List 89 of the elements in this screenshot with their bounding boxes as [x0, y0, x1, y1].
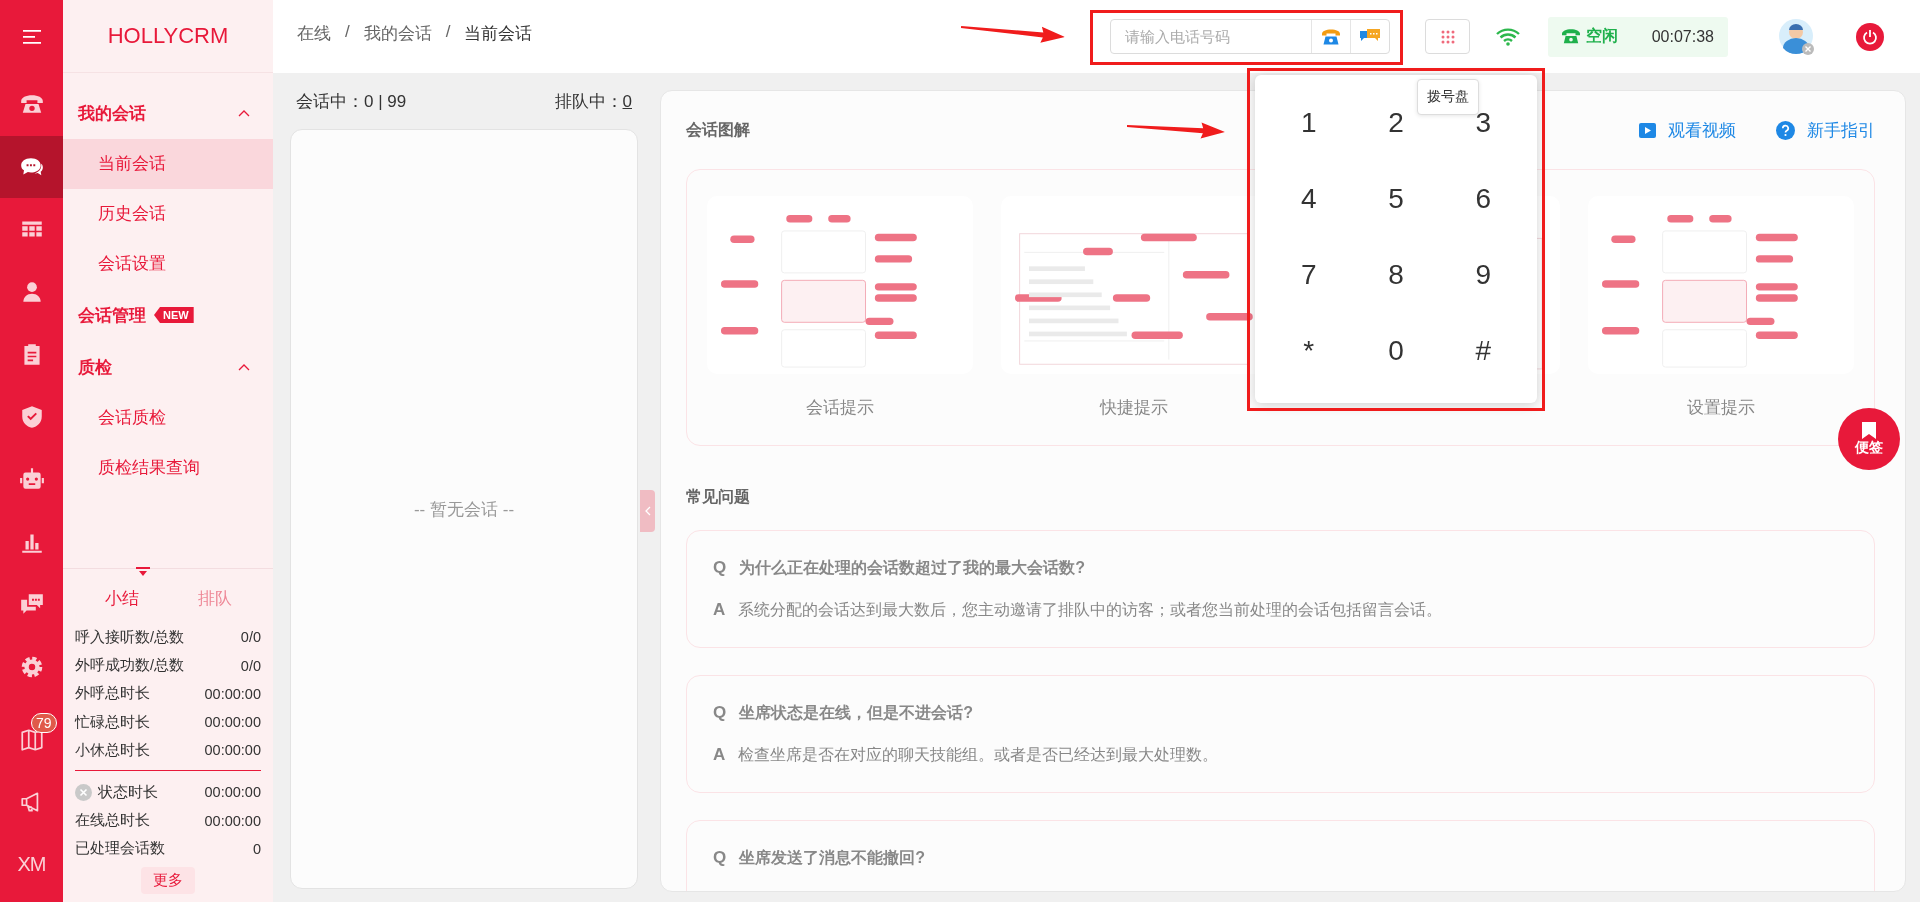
breadcrumb-separator: /: [345, 22, 350, 43]
phone-icon: [1562, 29, 1580, 44]
empty-message: -- 暂无会话 --: [413, 498, 515, 521]
faq-question: 为什么正在处理的会话数超过了我的最大会话数?: [739, 557, 1085, 578]
menu-item[interactable]: 会话质检: [63, 393, 273, 443]
stat-value: 0/0: [240, 657, 261, 674]
section-title: 会话图解: [686, 119, 750, 140]
faq-answer: 系统分配的会话达到最大数后，您主动邀请了排队中的访客；或者您当前处理的会话包括留言会话。: [738, 599, 1443, 620]
dial-key[interactable]: 0: [1352, 313, 1440, 389]
phone-icon: [1321, 27, 1341, 46]
count-badge: 79: [31, 712, 57, 733]
menu-item[interactable]: 会话设置: [63, 239, 273, 289]
stat-label: 在线总时长: [75, 811, 150, 831]
tooltip: 拨号盘: [1417, 79, 1479, 115]
session-count: 0 | 99: [364, 91, 407, 111]
dialpad-icon: [1440, 29, 1455, 44]
stat-label: 小休总时长: [75, 740, 150, 760]
thumbnail-caption: 会话提示: [805, 397, 874, 419]
help-icon: [1776, 120, 1795, 140]
menu-group[interactable]: 我的会话: [78, 101, 146, 125]
more-button[interactable]: 更多: [141, 867, 195, 894]
stat-label: 忙碌总时长: [75, 712, 150, 732]
question-mark: Q: [713, 848, 727, 868]
wifi-icon: [1496, 27, 1520, 46]
thumbnail-caption: 快捷提示: [1099, 397, 1168, 419]
thumbnail-caption: 设置提示: [1687, 397, 1756, 419]
dial-key[interactable]: *: [1265, 313, 1353, 389]
status-label: 空闲: [1586, 26, 1619, 46]
breadcrumb-separator: /: [445, 22, 451, 43]
stat-value: 00:00:00: [204, 784, 261, 801]
stat-label: 已处理会话数: [75, 839, 165, 859]
play-icon: [1639, 122, 1656, 138]
stat-label: 外呼总时长: [75, 684, 150, 704]
breadcrumb-link[interactable]: 在线: [297, 22, 331, 45]
stat-label: 状态时长: [98, 782, 158, 802]
menu-item[interactable]: 当前会话: [63, 139, 273, 189]
queue-count-label: 排队中：: [554, 91, 623, 111]
guide-link[interactable]: 新手指引: [1776, 118, 1875, 142]
breadcrumb-link[interactable]: 我的会话: [363, 22, 432, 45]
dial-key[interactable]: 5: [1352, 161, 1440, 237]
question-mark: Q: [713, 558, 727, 578]
faq-answer: 检查坐席是否在对应的聊天技能组。或者是否已经达到最大处理数。: [738, 744, 1219, 765]
stat-value: 00:00:00: [204, 742, 261, 759]
faq-question: 坐席状态是在线，但是不进会话?: [739, 702, 973, 723]
dial-key[interactable]: 7: [1265, 237, 1353, 313]
stat-value: 0: [252, 840, 261, 857]
menu-group[interactable]: 质检: [78, 355, 112, 379]
dial-key[interactable]: 9: [1439, 237, 1527, 313]
menu-item[interactable]: 质检结果查询: [63, 443, 273, 493]
section-title: 常见问题: [686, 487, 751, 507]
dial-key[interactable]: #: [1439, 313, 1527, 389]
collapse-handle[interactable]: [640, 490, 655, 532]
call-timer: 00:07:38: [1651, 27, 1714, 46]
power-button[interactable]: [1856, 22, 1884, 51]
nav-button[interactable]: 79: [0, 708, 63, 771]
stat-value: 00:00:00: [204, 685, 261, 702]
menu-item[interactable]: 历史会话: [63, 189, 273, 239]
nav-button[interactable]: XM: [0, 833, 63, 896]
menu-link[interactable]: 会话管理: [78, 303, 146, 327]
summary-tab[interactable]: 小结: [104, 586, 139, 610]
stat-label: 外呼成功数/总数: [75, 656, 185, 676]
new-badge: NEW: [154, 307, 194, 323]
dial-key[interactable]: 6: [1439, 161, 1527, 237]
stat-value: 00:00:00: [204, 714, 261, 731]
session-count-label: 会话中：: [296, 91, 364, 111]
caret-icon[interactable]: [237, 362, 251, 372]
stat-value: 00:00:00: [204, 812, 261, 829]
stat-label: 呼入接听数/总数: [75, 627, 185, 647]
question-mark: Q: [713, 703, 727, 723]
stat-value: 0/0: [240, 629, 261, 646]
dial-key[interactable]: 4: [1265, 161, 1353, 237]
guide-link[interactable]: 观看视频: [1639, 118, 1736, 142]
phone-field[interactable]: 请输入电话号码: [1110, 19, 1390, 54]
breadcrumb-current: 当前会话: [464, 23, 533, 45]
queue-count[interactable]: 0: [622, 91, 632, 111]
faq-question: 坐席发送了消息不能撤回?: [739, 847, 925, 868]
caret-icon[interactable]: [237, 108, 251, 118]
chevron-left-icon: [644, 506, 651, 516]
dialpad-button[interactable]: [1425, 19, 1470, 54]
bookmark-icon: [1862, 421, 1876, 439]
nav-button[interactable]: [0, 135, 63, 198]
dial-key[interactable]: 8: [1352, 237, 1440, 313]
collapse-icon[interactable]: [136, 567, 150, 577]
avatar-icon[interactable]: [1778, 17, 1816, 56]
dial-key[interactable]: 1: [1265, 85, 1353, 161]
power-icon: [1862, 28, 1878, 45]
answer-mark: A: [713, 745, 726, 765]
status-indicator[interactable]: 空闲 00:07:38: [1548, 16, 1728, 57]
answer-mark: A: [713, 600, 726, 620]
